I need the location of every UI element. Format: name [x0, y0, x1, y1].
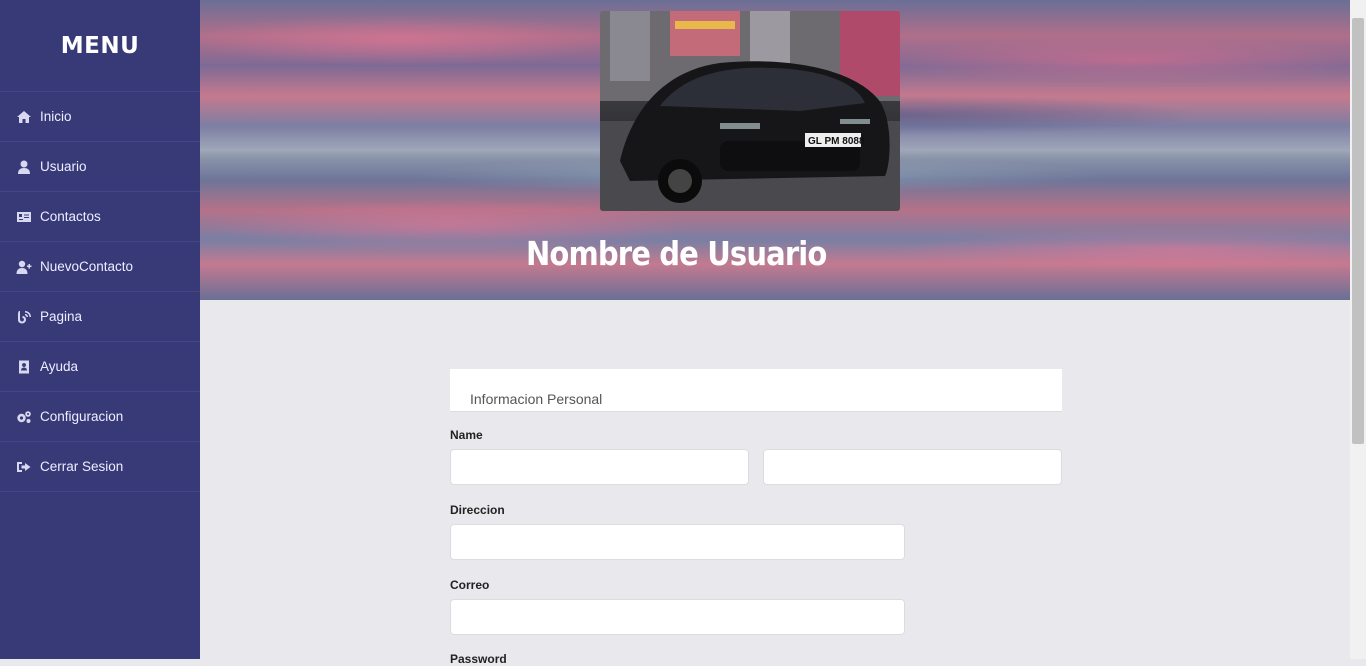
sidebar-item-label: Contactos [40, 209, 101, 224]
password-label: Password [450, 652, 507, 666]
user-plus-icon [15, 259, 33, 275]
section-header: Informacion Personal [450, 369, 1062, 412]
user-icon [15, 159, 33, 175]
cogs-icon [15, 409, 33, 425]
sidebar-item-usuario[interactable]: Usuario [0, 142, 200, 192]
profile-banner: GL PM 8088 Nombre de Usuario [200, 0, 1350, 300]
sidebar-item-pagina[interactable]: Pagina [0, 292, 200, 342]
last-name-field[interactable] [763, 449, 1062, 485]
sidebar-item-nuevocontacto[interactable]: NuevoContacto [0, 242, 200, 292]
first-name-field[interactable] [450, 449, 749, 485]
sidebar-item-inicio[interactable]: Inicio [0, 92, 200, 142]
menu-title: MENU [0, 0, 200, 92]
sidebar-item-label: Configuracion [40, 409, 124, 424]
sidebar-item-label: Cerrar Sesion [40, 459, 124, 474]
sidebar-item-label: Inicio [40, 109, 72, 124]
sidebar-item-cerrar-sesion[interactable]: Cerrar Sesion [0, 442, 200, 492]
address-card-icon [15, 209, 33, 225]
sidebar-item-label: Ayuda [40, 359, 79, 374]
license-plate: GL PM 8088 [808, 136, 865, 147]
vertical-scrollbar[interactable] [1350, 0, 1366, 659]
direccion-field[interactable] [450, 524, 905, 560]
sign-out-icon [15, 459, 33, 475]
direccion-label: Direccion [450, 503, 505, 517]
sidebar-item-label: Pagina [40, 309, 83, 324]
sidebar-item-label: Usuario [40, 159, 87, 174]
username-heading: Nombre de Usuario [526, 234, 827, 273]
sidebar-item-contactos[interactable]: Contactos [0, 192, 200, 242]
profile-photo: GL PM 8088 [600, 11, 900, 211]
sidebar-item-ayuda[interactable]: Ayuda [0, 342, 200, 392]
blog-icon [15, 309, 33, 325]
home-icon [15, 109, 33, 125]
scrollbar-thumb[interactable] [1352, 18, 1364, 444]
address-book-icon [15, 359, 33, 375]
correo-field[interactable] [450, 599, 905, 635]
sidebar: MENU Inicio Usuario Contactos NuevoConta… [0, 0, 200, 659]
name-label: Name [450, 428, 483, 442]
sidebar-item-label: NuevoContacto [40, 259, 134, 274]
sidebar-item-configuracion[interactable]: Configuracion [0, 392, 200, 442]
correo-label: Correo [450, 578, 490, 592]
section-title: Informacion Personal [470, 391, 603, 407]
